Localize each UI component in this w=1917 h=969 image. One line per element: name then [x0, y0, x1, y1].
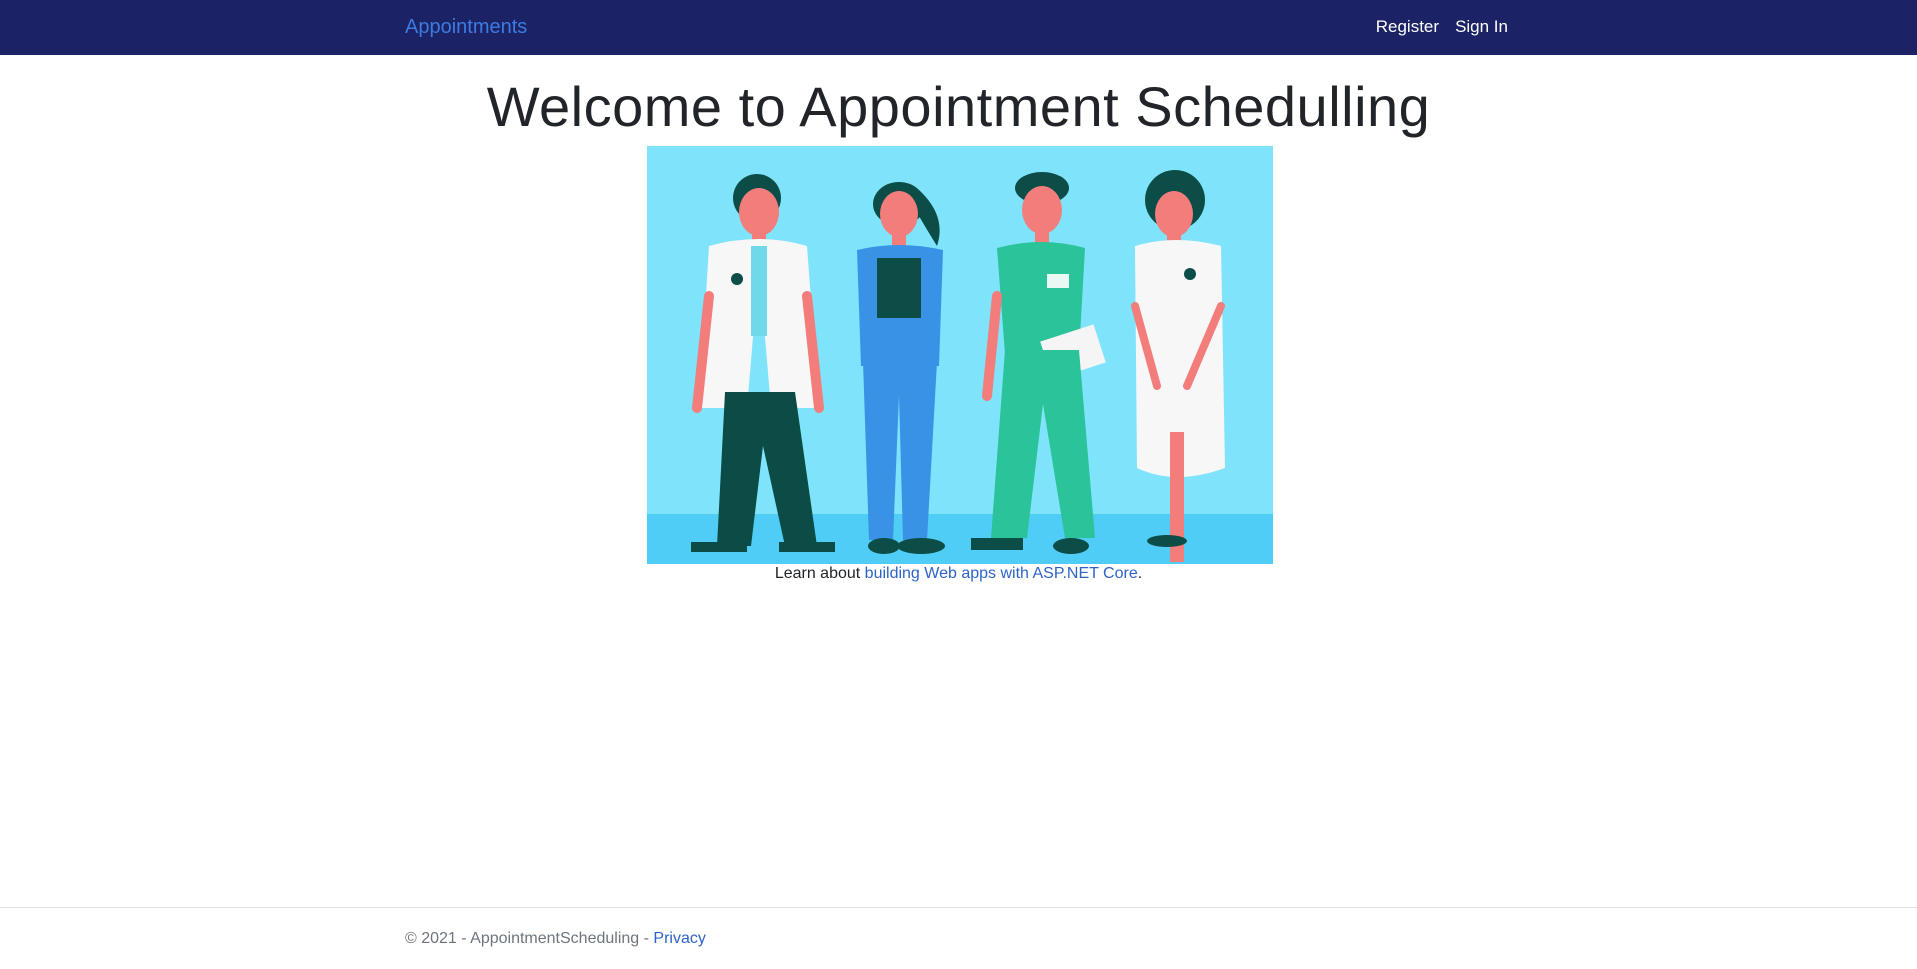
aspnet-docs-link[interactable]: building Web apps with ASP.NET Core	[865, 565, 1138, 582]
footer-text: © 2021 - AppointmentScheduling - Privacy	[405, 930, 706, 948]
register-link[interactable]: Register	[1376, 17, 1439, 37]
medical-staff-illustration	[647, 146, 1273, 564]
learn-suffix: .	[1137, 565, 1143, 582]
sign-in-link[interactable]: Sign In	[1455, 17, 1508, 37]
privacy-link[interactable]: Privacy	[653, 930, 705, 947]
page-title: Welcome to Appointment Schedulling	[486, 75, 1431, 138]
learn-prefix: Learn about	[774, 565, 865, 582]
learn-about-text: Learn about building Web apps with ASP.N…	[0, 565, 1917, 583]
nav-links: Register Sign In	[1376, 17, 1508, 37]
copyright-text: © 2021 - AppointmentScheduling -	[405, 930, 654, 947]
brand-link[interactable]: Appointments	[405, 16, 527, 39]
main-content: Welcome to Appointment Schedulling Learn…	[0, 55, 1917, 582]
page-footer: © 2021 - AppointmentScheduling - Privacy	[0, 907, 1917, 969]
hero-image	[647, 146, 1273, 564]
top-navbar: Appointments Register Sign In	[0, 0, 1917, 55]
